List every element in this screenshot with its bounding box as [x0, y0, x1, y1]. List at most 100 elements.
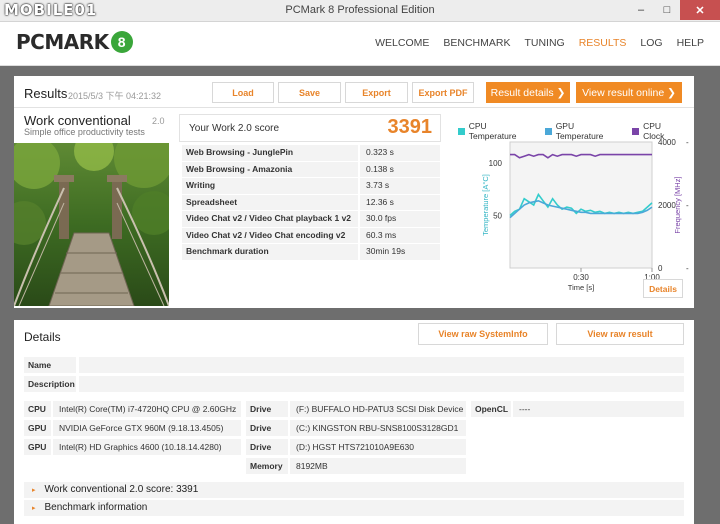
details-title: Details: [24, 330, 61, 344]
drive-value: (D:) HGST HTS721010A9E630: [290, 439, 466, 455]
expand-arrow-icon: ▸: [32, 505, 36, 512]
load-button[interactable]: Load: [212, 82, 274, 103]
score-box: Your Work 2.0 score 3391: [179, 114, 441, 142]
legend-gpu-temp: GPU Temperature: [544, 121, 621, 141]
nav-log[interactable]: LOG: [640, 37, 662, 49]
description-value: [79, 376, 684, 392]
subscore-value: 12.36 s: [360, 194, 440, 211]
subscore-name: Web Browsing - Amazonia: [182, 161, 358, 178]
results-panel: Results 2015/5/3 下午 04:21:32 Load Save E…: [14, 76, 694, 308]
hw-label: GPU: [24, 420, 51, 436]
legend-cpu-clock: CPU Clock: [632, 121, 683, 141]
y-right-tick-mark: -: [686, 201, 689, 210]
results-date: 2015/5/3 下午 04:21:32: [68, 91, 162, 101]
expand-arrow-icon: ▸: [32, 487, 36, 494]
hw-value: Intel(R) Core(TM) i7-4720HQ CPU @ 2.60GH…: [53, 401, 241, 417]
opencl-value: ----: [513, 401, 684, 417]
monitoring-chart-svg: 100504000 -2000 -0 -0:30 1:00Time [s]Tempera…: [481, 138, 689, 292]
benchmark-description: Simple office productivity tests: [24, 127, 145, 137]
subscore-name: Video Chat v2 / Video Chat playback 1 v2: [182, 211, 358, 228]
benchmark-info-expander[interactable]: ▸ Benchmark information: [24, 500, 684, 516]
chevron-right-icon: ❯: [667, 86, 676, 99]
result-details-button[interactable]: Result details ❯: [486, 82, 570, 103]
nav-welcome[interactable]: WELCOME: [375, 37, 429, 49]
nav-results[interactable]: RESULTS: [579, 37, 627, 49]
subscore-name: Writing: [182, 178, 358, 195]
y-right-tick-mark: -: [686, 264, 689, 273]
x-axis-label: Time [s]: [568, 283, 594, 292]
hw-value: NVIDIA GeForce GTX 960M (9.18.13.4505): [53, 420, 241, 436]
view-raw-systeminfo-button[interactable]: View raw SystemInfo: [418, 323, 548, 345]
results-header: Results 2015/5/3 下午 04:21:32 Load Save E…: [14, 76, 694, 108]
subscore-row: Web Browsing - JunglePin 0.323 s: [182, 145, 440, 162]
subscore-name: Benchmark duration: [182, 244, 358, 261]
pcmark-logo: PCMARK 8: [16, 30, 133, 54]
window-titlebar: PCMark 8 Professional Edition – □ ✕: [0, 0, 720, 22]
hw-label: CPU: [24, 401, 51, 417]
legend-label: CPU Clock: [643, 121, 665, 141]
export-button[interactable]: Export: [345, 82, 408, 103]
results-title: Results: [24, 86, 68, 101]
nav-benchmark[interactable]: BENCHMARK: [443, 37, 510, 49]
chevron-right-icon: ❯: [556, 86, 566, 99]
y-right-axis-label: Frequency [MHz]: [673, 176, 682, 233]
main-nav: WELCOME BENCHMARK TUNING RESULTS LOG HEL…: [375, 37, 704, 49]
benchmark-version: 2.0: [152, 116, 165, 126]
x-tick-label: 0:30: [573, 273, 589, 282]
legend-swatch: [632, 127, 640, 135]
monitoring-chart: 100 50 4000-2000-0-0:30 1:00 Time [s] Tempera…: [452, 114, 694, 306]
subscore-name: Web Browsing - JunglePin: [182, 145, 358, 162]
hw-value: Intel(R) HD Graphics 4600 (10.18.14.4280…: [53, 439, 241, 455]
drive-label: Drive: [246, 439, 288, 455]
subscores-table: Web Browsing - JunglePin 0.323 s Web Brow…: [182, 145, 440, 261]
drive-value: (C:) KINGSTON RBU-SNS8100S3128GD1: [290, 420, 466, 436]
nav-help[interactable]: HELP: [677, 37, 704, 49]
legend-swatch: [458, 127, 465, 135]
maximize-button[interactable]: □: [654, 0, 680, 20]
nav-tuning[interactable]: TUNING: [524, 37, 564, 49]
subscore-row: Web Browsing - Amazonia 0.138 s: [182, 161, 440, 178]
plot-area: [509, 141, 653, 269]
legend-label: CPU Temperature: [468, 121, 517, 141]
view-raw-result-button[interactable]: View raw result: [556, 323, 684, 345]
subscore-value: 3.73 s: [360, 178, 440, 195]
score-value: 3391: [387, 116, 433, 138]
description-label: Description: [24, 376, 76, 392]
subscore-row: Spreadsheet 12.36 s: [182, 194, 440, 211]
subscore-name: Video Chat v2 / Video Chat encoding v2: [182, 227, 358, 244]
legend-swatch: [544, 127, 552, 135]
close-button[interactable]: ✕: [680, 0, 720, 20]
result-details-label: Result details: [490, 86, 554, 99]
chart-details-button[interactable]: Details: [643, 279, 683, 298]
benchmark-image: [14, 143, 169, 306]
save-button[interactable]: Save: [278, 82, 341, 103]
subscore-row: Video Chat v2 / Video Chat playback 1 v2…: [182, 211, 440, 228]
expander-label: Work conventional 2.0 score: 3391: [44, 484, 199, 495]
export-pdf-button[interactable]: Export PDF: [412, 82, 474, 103]
minimize-button[interactable]: –: [628, 0, 654, 20]
subscore-row: Writing 3.73 s: [182, 178, 440, 195]
view-result-online-button[interactable]: View result online ❯: [576, 82, 682, 103]
y-left-tick-label: 50: [493, 212, 502, 221]
subscore-value: 30.0 fps: [360, 211, 440, 228]
logo-text: PCMARK: [16, 30, 109, 54]
logo-badge-icon: 8: [110, 31, 133, 53]
subscore-name: Spreadsheet: [182, 194, 358, 211]
y-right-tick-label: 0: [658, 264, 663, 273]
expander-label: Benchmark information: [44, 502, 148, 513]
score-label: Your Work 2.0 score: [189, 123, 280, 134]
subscore-row: Benchmark duration 30min 19s: [182, 244, 440, 261]
details-panel: Details View raw SystemInfo View raw res…: [14, 320, 694, 524]
window-controls: – □ ✕: [628, 0, 720, 20]
benchmark-name: Work conventional: [24, 113, 131, 128]
score-expander[interactable]: ▸ Work conventional 2.0 score: 3391: [24, 482, 684, 498]
subscore-value: 0.323 s: [360, 145, 440, 162]
watermark: MOBILE01: [4, 1, 98, 19]
hw-label: GPU: [24, 439, 51, 455]
name-value: [79, 357, 684, 373]
subscore-value: 60.3 ms: [360, 227, 440, 244]
drive-label: Drive: [246, 401, 288, 417]
legend-label: GPU Temperature: [555, 121, 604, 141]
name-label: Name: [24, 357, 76, 373]
subscore-row: Video Chat v2 / Video Chat encoding v2 60…: [182, 227, 440, 244]
